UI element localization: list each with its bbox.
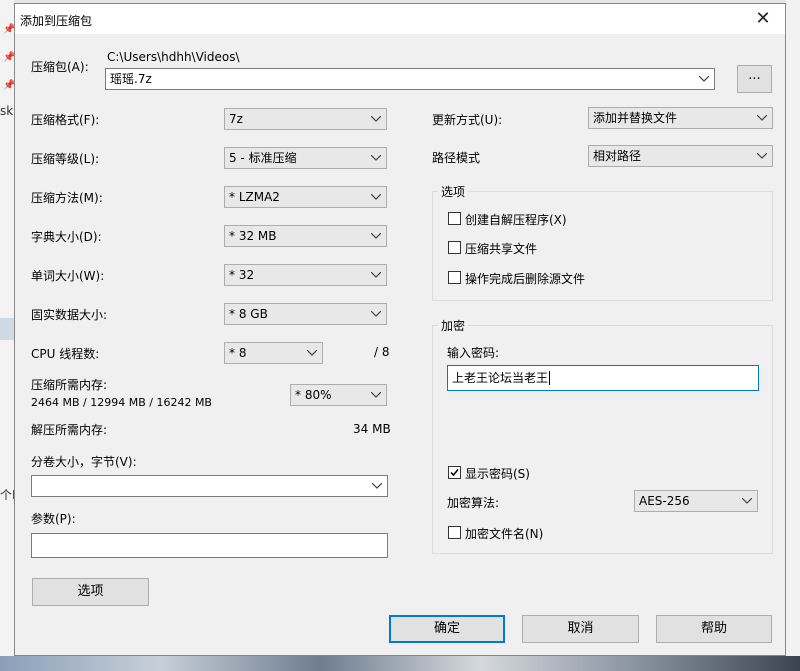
enc-filenames-label[interactable]: 加密文件名(N) <box>465 525 543 542</box>
text-cursor <box>549 371 551 385</box>
title-bar: 添加到压缩包 ✕ <box>15 4 785 34</box>
volume-combo[interactable] <box>31 475 388 497</box>
format-value: 7z <box>229 112 243 126</box>
chevron-down-icon <box>742 498 752 504</box>
chevron-down-icon <box>371 272 381 278</box>
cpu-value: * 8 <box>229 346 247 360</box>
mem-comp-label: 压缩所需内存: <box>31 378 108 392</box>
chevron-down-icon <box>371 233 381 239</box>
checkbox-icon[interactable] <box>448 271 461 284</box>
chevron-down-icon <box>757 115 767 121</box>
archive-name-value: 瑶瑶.7z <box>110 72 152 86</box>
archive-path: C:\Users\hdhh\Videos\ <box>107 50 240 64</box>
path-mode-select[interactable]: 相对路径 <box>588 145 773 167</box>
update-value: 添加并替换文件 <box>593 111 678 125</box>
solid-select[interactable]: * 8 GB <box>224 303 387 325</box>
format-select[interactable]: 7z <box>224 108 387 130</box>
dict-select[interactable]: * 32 MB <box>224 225 387 247</box>
solid-value: * 8 GB <box>229 307 268 321</box>
password-value: 上老王论坛当老王 <box>452 371 549 385</box>
checkbox-icon[interactable] <box>448 241 461 254</box>
volume-label: 分卷大小，字节(V): <box>31 455 137 469</box>
chevron-down-icon <box>371 194 381 200</box>
password-input[interactable]: 上老王论坛当老王 <box>447 365 759 391</box>
chevron-down-icon <box>371 116 381 122</box>
mem-comp-value: * 80% <box>295 388 332 402</box>
chevron-down-icon <box>372 483 382 489</box>
cpu-label: CPU 线程数: <box>31 347 100 361</box>
chevron-down-icon <box>757 153 767 159</box>
show-password-label[interactable]: 显示密码(S) <box>465 465 530 482</box>
method-label: 压缩方法(M): <box>31 191 103 205</box>
method-select[interactable]: * LZMA2 <box>224 186 387 208</box>
opt-shared-label[interactable]: 压缩共享文件 <box>465 240 537 257</box>
dict-label: 字典大小(D): <box>31 230 102 244</box>
enc-method-select[interactable]: AES-256 <box>634 490 758 512</box>
format-label: 压缩格式(F): <box>31 113 100 127</box>
close-icon: ✕ <box>755 8 771 29</box>
opt-delete-label[interactable]: 操作完成后删除源文件 <box>465 270 585 287</box>
params-label: 参数(P): <box>31 512 76 526</box>
archive-name-combo[interactable]: 瑶瑶.7z <box>105 68 715 90</box>
params-input[interactable] <box>31 533 388 558</box>
ok-button[interactable]: 确定 <box>389 615 505 643</box>
dict-value: * 32 MB <box>229 229 277 243</box>
cpu-select[interactable]: * 8 <box>224 342 323 364</box>
level-select[interactable]: 5 - 标准压缩 <box>224 147 387 169</box>
word-label: 单词大小(W): <box>31 269 105 283</box>
archive-label: 压缩包(A): <box>31 60 89 74</box>
method-value: * LZMA2 <box>229 190 280 204</box>
options-button[interactable]: 选项 <box>32 578 149 606</box>
chevron-down-icon <box>371 155 381 161</box>
solid-label: 固实数据大小: <box>31 308 108 322</box>
close-button[interactable]: ✕ <box>741 4 785 34</box>
dialog-title: 添加到压缩包 <box>20 14 93 28</box>
update-select[interactable]: 添加并替换文件 <box>588 107 773 129</box>
background-window-right <box>786 0 800 671</box>
mem-decomp-value: 34 MB <box>353 422 391 436</box>
path-mode-value: 相对路径 <box>593 149 642 163</box>
level-value: 5 - 标准压缩 <box>229 151 297 165</box>
word-select[interactable]: * 32 <box>224 264 387 286</box>
password-label: 输入密码: <box>447 346 500 360</box>
enc-method-label: 加密算法: <box>447 496 500 510</box>
options-group-title: 选项 <box>438 183 469 200</box>
encryption-group-title: 加密 <box>438 317 469 334</box>
mem-decomp-label: 解压所需内存: <box>31 423 108 437</box>
chevron-down-icon <box>307 350 317 356</box>
cpu-total: / 8 <box>374 345 390 359</box>
cancel-button[interactable]: 取消 <box>522 615 639 643</box>
checkbox-icon[interactable] <box>448 466 461 479</box>
update-label: 更新方式(U): <box>432 113 503 127</box>
chevron-down-icon <box>371 392 381 398</box>
add-to-archive-dialog: 添加到压缩包 ✕ 压缩包(A): C:\Users\hdhh\Videos\ 瑶… <box>14 3 786 656</box>
level-label: 压缩等级(L): <box>31 152 100 166</box>
background-taskbar <box>0 656 800 671</box>
background-selection <box>0 318 14 340</box>
mem-comp-detail: 2464 MB / 12994 MB / 16242 MB <box>31 396 212 409</box>
help-button[interactable]: 帮助 <box>656 615 772 643</box>
checkbox-icon[interactable] <box>448 212 461 225</box>
checkbox-icon[interactable] <box>448 526 461 539</box>
path-mode-label: 路径模式 <box>432 151 481 165</box>
chevron-down-icon <box>699 76 709 82</box>
chevron-down-icon <box>371 311 381 317</box>
background-window-left: 📌 📌 📌 sk[ 个I <box>0 0 18 671</box>
mem-comp-select[interactable]: * 80% <box>290 384 387 406</box>
opt-sfx-label[interactable]: 创建自解压程序(X) <box>465 211 567 228</box>
enc-method-value: AES-256 <box>639 494 690 508</box>
word-value: * 32 <box>229 268 255 282</box>
browse-button[interactable]: ... <box>737 65 772 93</box>
